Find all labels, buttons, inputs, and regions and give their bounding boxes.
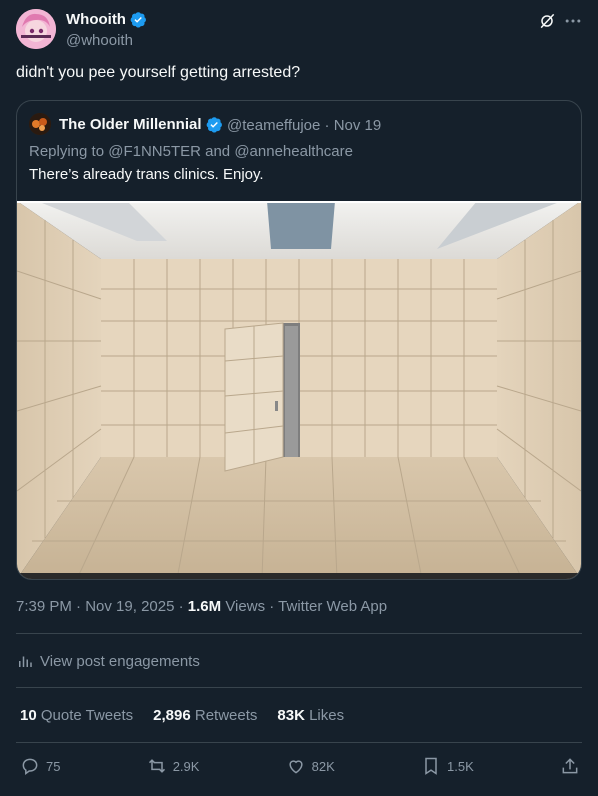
tweet-stats: 10 Quote Tweets 2,896 Retweets 83K Likes [20,707,344,724]
quote-image-padded-room[interactable] [17,201,581,579]
view-engagements-link[interactable]: View post engagements [16,652,200,670]
like-count: 82K [311,758,335,774]
divider [16,687,582,688]
separator-dot: · [76,598,86,615]
quoted-tweet-card[interactable]: The Older Millennial @teameffujoe · Nov … [16,100,582,580]
retweet-icon [148,759,165,773]
quote-author-handle[interactable]: @teameffujoe [227,117,320,134]
retweet-count: 2.9K [172,758,200,774]
like-icon [289,760,303,774]
action-bar: 75 2.9K 82K 1.5K [20,756,580,776]
quote-replying-to: Replying to @F1NN5TER and @annehealthcar… [29,143,353,160]
verified-badge-icon [206,117,222,133]
views-count: 1.6M [187,598,222,615]
like-button[interactable]: 82K [286,756,335,776]
engagement-chart-icon [19,656,32,667]
quote-meta: @teameffujoe · Nov 19 [227,117,381,134]
views-label: Views [225,598,266,615]
quote-author-name[interactable]: The Older Millennial [59,116,202,133]
share-button[interactable] [560,756,580,776]
reply-count: 75 [46,758,61,774]
quote-date[interactable]: Nov 19 [334,117,382,134]
verified-badge-icon [130,12,146,28]
quote-author-name-row[interactable]: The Older Millennial [59,116,223,133]
quote-tweets-stat[interactable]: 10 Quote Tweets [20,707,133,724]
author-name-row[interactable]: Whooith [66,11,147,28]
bookmark-icon [425,757,437,775]
retweets-stat[interactable]: 2,896 Retweets [153,707,257,724]
tweet-date[interactable]: Nov 19, 2025 [85,598,174,615]
replying-prefix: Replying to [29,143,105,160]
author-handle[interactable]: @whooith [66,32,133,49]
divider [16,633,582,634]
tweet-text: didn't you pee yourself getting arrested… [16,64,301,81]
author-name[interactable]: Whooith [66,11,126,28]
share-icon [562,758,578,774]
separator-dot: · [269,598,279,615]
view-engagements-label[interactable]: View post engagements [40,653,200,670]
separator-dot: · [324,117,334,134]
reply-button[interactable]: 75 [20,756,60,776]
tweet-source[interactable]: Twitter Web App [278,598,387,615]
divider [16,742,582,743]
tweet-time[interactable]: 7:39 PM [16,598,72,615]
bookmark-count: 1.5K [447,758,474,774]
quote-author-avatar[interactable] [29,113,51,135]
replying-users[interactable]: @F1NN5TER and @annehealthcare [108,143,353,160]
author-avatar[interactable] [16,9,56,49]
tweet-meta-line: 7:39 PM · Nov 19, 2025 · 1.6M Views · Tw… [16,598,387,615]
more-icon[interactable] [563,11,583,31]
retweet-button[interactable]: 2.9K [147,756,200,776]
likes-stat[interactable]: 83K Likes [277,707,344,724]
grok-icon[interactable] [537,11,557,31]
bookmark-button[interactable]: 1.5K [421,756,474,776]
quote-text: There’s already trans clinics. Enjoy. [29,166,264,183]
separator-dot: · [178,598,188,615]
reply-icon [22,758,38,775]
